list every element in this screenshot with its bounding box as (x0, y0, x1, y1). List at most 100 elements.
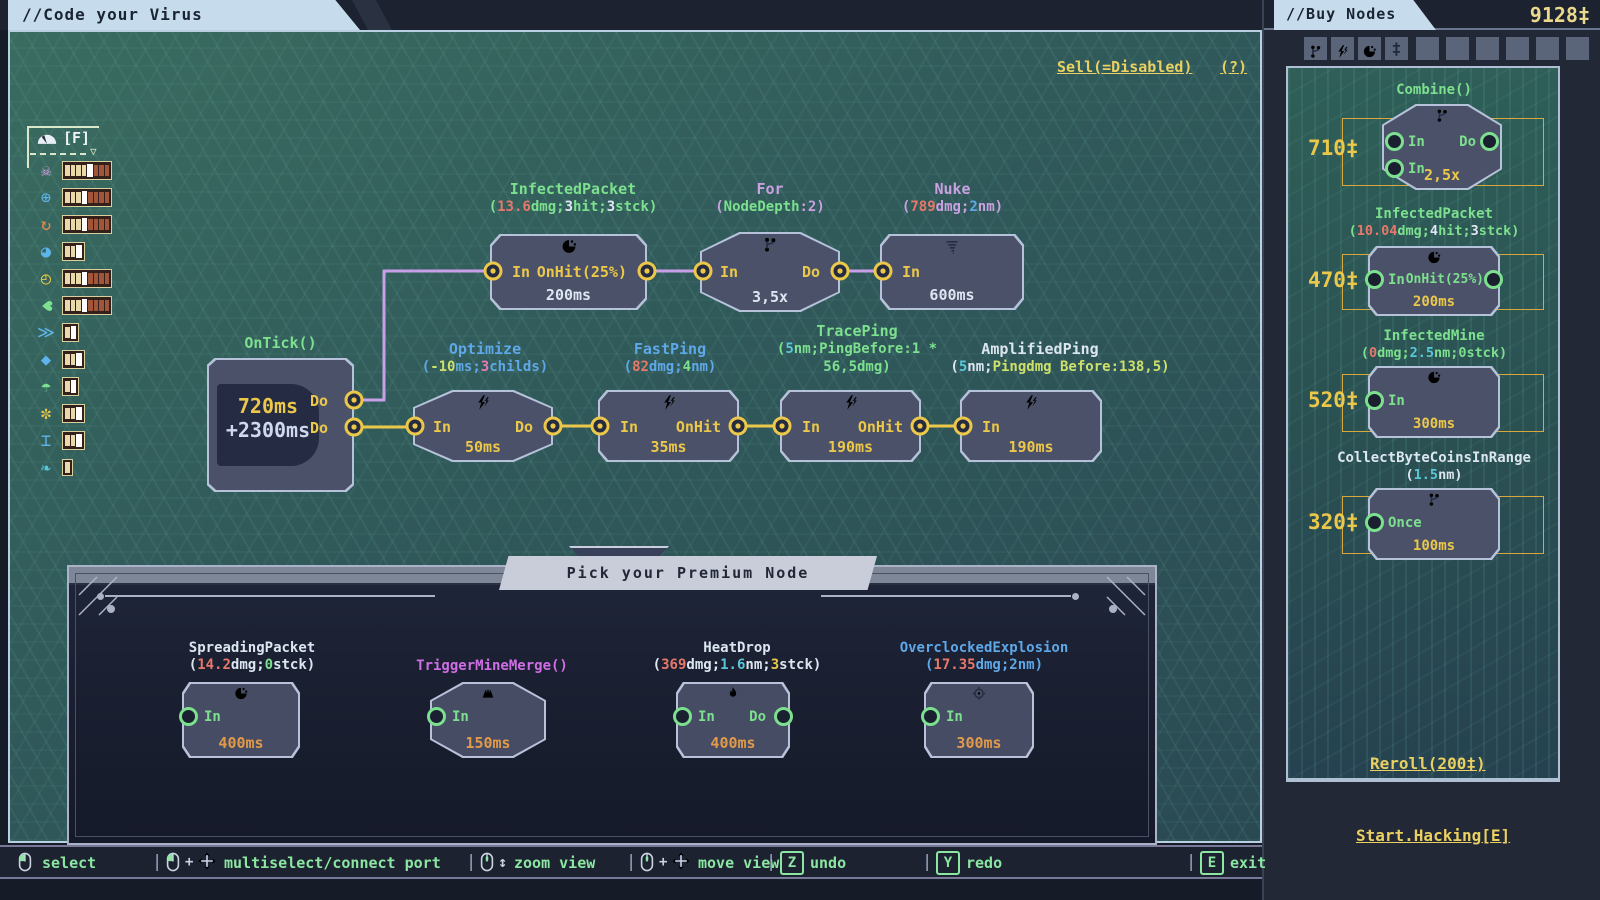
progress-bar (62, 269, 112, 288)
node-slot-dagger[interactable]: ‡ (1385, 37, 1408, 60)
port-label-in: In (946, 709, 963, 725)
premium-node-overclockedexplosion[interactable]: In 300ms (924, 682, 1034, 758)
port[interactable] (427, 707, 446, 726)
port-label-do: Do (1459, 134, 1476, 150)
port-label-do: Do (515, 418, 533, 436)
dropdown-arrow[interactable]: ▽ (90, 145, 97, 158)
node-slot-pacman[interactable] (1358, 37, 1381, 60)
node-title: InfectedPacket (478, 180, 668, 198)
reroll-button[interactable]: Reroll(200‡) (1370, 754, 1486, 773)
port[interactable] (1480, 132, 1499, 151)
port-label-in: In (902, 263, 920, 281)
node-time: 100ms (1368, 538, 1500, 554)
shop-node-combine[interactable]: In In Do 2,5x (1382, 104, 1502, 190)
node-nuke[interactable]: In 600ms (880, 234, 1024, 310)
port[interactable] (179, 707, 198, 726)
lightning-icon (1335, 44, 1350, 59)
power-icon: ↻ (34, 215, 58, 235)
mine-icon (481, 686, 496, 701)
key-z: Z (780, 851, 804, 875)
node-slot-lightning[interactable] (1331, 37, 1354, 60)
node-multiplier: 3,5x (700, 288, 840, 306)
node-slot-empty[interactable] (1506, 37, 1529, 60)
shop-node-infectedmine[interactable]: In 300ms (1368, 366, 1500, 438)
node-optimize[interactable]: In Do 50ms (413, 390, 553, 462)
hint-multiselect: multiselect/connect port (224, 854, 441, 872)
node-slot-empty[interactable] (1536, 37, 1559, 60)
node-title: AmplifiedPing (960, 340, 1120, 358)
port-label-in: In (802, 418, 820, 436)
divider: | (626, 852, 636, 872)
node-title: FastPing (590, 340, 750, 358)
mouse-wheel-icon (638, 852, 656, 872)
mouse-left-icon (16, 852, 34, 872)
node-time: 300ms (924, 734, 1034, 752)
progress-bar (62, 296, 112, 315)
target-icon: ⊕ (34, 188, 58, 208)
premium-node-spreadingpacket[interactable]: In 400ms (182, 682, 300, 758)
branch-icon (1435, 108, 1450, 123)
node-slot-branch[interactable] (1304, 37, 1327, 60)
status-row: ✼ (34, 403, 112, 425)
key-e: E (1200, 851, 1224, 875)
node-infectedpacket[interactable]: In OnHit(25%) 200ms (490, 234, 647, 310)
bridge-icon: ⌶ (34, 431, 58, 451)
fkey-badge[interactable]: [F] (63, 129, 90, 147)
hint-toolbar: select | + multiselect/connect port | ↕ … (0, 845, 1262, 879)
status-panel: ☠ ⊕ ↻ ◕ ◴ ♥ ≫ ◆ ☂ ✼ ⌶ ❧ (34, 160, 112, 479)
shop-item-price: 710‡ (1308, 136, 1359, 160)
decoration (821, 595, 1071, 597)
corner-decoration (1105, 575, 1147, 617)
plus-sign: + (185, 854, 193, 870)
shop-header: //Buy Nodes 9128‡ (1264, 0, 1600, 30)
port[interactable] (1365, 270, 1384, 289)
hint-exit: exit (1230, 854, 1266, 872)
node-ontick[interactable]: 720ms +2300ms Do Do (207, 358, 354, 492)
node-slot-empty[interactable] (1566, 37, 1589, 60)
shop-item-title: InfectedPacket (1324, 206, 1544, 223)
port-label-do: Do (310, 392, 328, 410)
buy-nodes-panel: //Buy Nodes 9128‡ ‡ Combine() 710‡ In In… (1262, 0, 1600, 900)
node-slot-empty[interactable] (1476, 37, 1499, 60)
crosshair-icon (972, 686, 987, 701)
node-slot-empty[interactable] (1446, 37, 1469, 60)
port-label-do: Do (802, 263, 820, 281)
gauge-icon: ◴ (34, 269, 58, 289)
shop-item-price: 520‡ (1308, 388, 1359, 412)
node-time: 150ms (430, 734, 546, 752)
port[interactable] (1365, 391, 1384, 410)
node-amplifiedping[interactable]: In 190ms (960, 390, 1102, 462)
node-title: Nuke (870, 180, 1035, 198)
shop-title: //Buy Nodes (1274, 0, 1436, 23)
shop-item-price: 320‡ (1308, 510, 1359, 534)
node-title: For (700, 180, 840, 198)
port[interactable] (1385, 132, 1404, 151)
shop-node-collectbytecoins[interactable]: Once 100ms (1368, 488, 1500, 560)
node-time: 190ms (960, 438, 1102, 456)
port[interactable] (1484, 270, 1503, 289)
port[interactable] (1365, 513, 1384, 532)
premium-node-heatdrop[interactable]: In Do 400ms (676, 682, 790, 758)
port-label-in: In (1408, 134, 1425, 150)
start-hacking-button[interactable]: Start.Hacking[E] (1356, 826, 1510, 845)
node-for[interactable]: In Do 3,5x (700, 232, 840, 312)
port[interactable] (921, 707, 940, 726)
node-slot-empty[interactable] (1416, 37, 1439, 60)
pacman-icon (1427, 370, 1442, 385)
premium-node-triggerminemerge[interactable]: In 150ms (430, 682, 546, 758)
mouse-wheel-icon (478, 852, 496, 872)
status-row: ◆ (34, 349, 112, 371)
shop-node-infectedpacket[interactable]: In OnHit(25%) 200ms (1368, 246, 1500, 316)
node-traceping[interactable]: In OnHit 190ms (780, 390, 921, 462)
port[interactable] (774, 707, 793, 726)
sell-link[interactable]: Sell(=Disabled) (1057, 58, 1192, 76)
progress-bar (62, 161, 112, 180)
status-row: ◴ (34, 268, 112, 290)
help-link[interactable]: (?) (1220, 58, 1247, 76)
virus-editor-canvas[interactable]: Sell(=Disabled) (?) [F] ▽ ☠ ⊕ ↻ ◕ ◴ ♥ ≫ … (8, 30, 1262, 843)
port[interactable] (673, 707, 692, 726)
node-subtitle: (5nm;Pingdmg Before:138,5) (935, 358, 1185, 376)
hint-select: select (42, 854, 96, 872)
node-title: OverclockedExplosion (859, 640, 1109, 657)
node-fastping[interactable]: In OnHit 35ms (598, 390, 739, 462)
